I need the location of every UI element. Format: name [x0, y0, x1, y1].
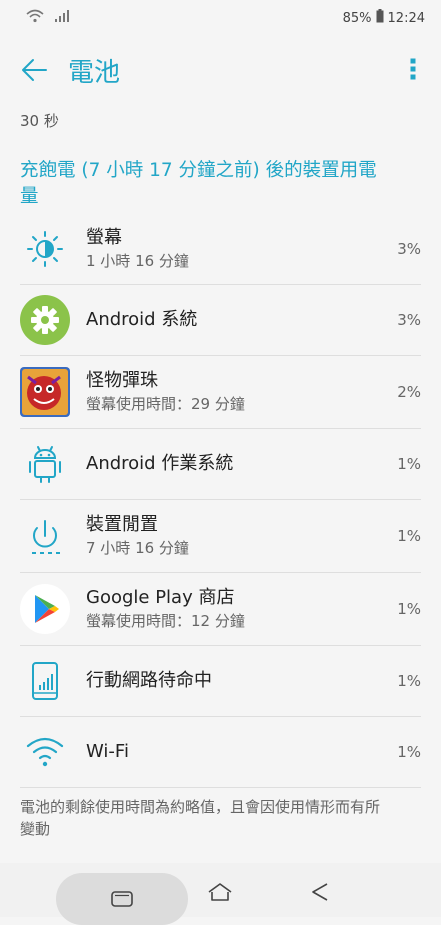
battery-usage-list: 螢幕 1 小時 16 分鐘 3% Android 系統 3% 怪物彈珠 螢幕使用… — [0, 214, 441, 788]
item-percent: 1% — [397, 672, 421, 690]
game-app-icon — [20, 367, 70, 417]
phone-signal-icon — [20, 656, 70, 706]
battery-icon — [376, 9, 384, 27]
item-sub: 螢幕使用時間：29 分鐘 — [86, 395, 245, 413]
brightness-icon — [20, 224, 70, 274]
item-name: Wi-Fi — [86, 741, 129, 762]
item-name: Android 系統 — [86, 309, 198, 330]
google-play-icon — [20, 584, 70, 634]
item-sub: 7 小時 16 分鐘 — [86, 539, 189, 557]
clock: 12:24 — [387, 10, 425, 26]
back-button[interactable] — [18, 54, 50, 86]
more-vert-icon — [410, 58, 416, 80]
home-icon — [208, 883, 232, 901]
item-sub: 螢幕使用時間：12 分鐘 — [86, 612, 245, 630]
item-sub: 1 小時 16 分鐘 — [86, 252, 189, 270]
android-settings-gear-icon — [20, 295, 70, 345]
item-name: Google Play 商店 — [86, 587, 235, 608]
arrow-left-icon — [22, 59, 47, 81]
recent-apps-icon — [111, 891, 133, 907]
android-robot-icon — [20, 439, 70, 489]
list-item-android-os[interactable]: Android 作業系統 1% — [20, 429, 421, 500]
list-item-android-system[interactable]: Android 系統 3% — [20, 285, 421, 356]
status-left — [26, 9, 72, 27]
status-right: 85% 12:24 — [343, 9, 425, 27]
signal-icon — [54, 9, 72, 27]
battery-percent: 85% — [342, 10, 372, 26]
item-name: Android 作業系統 — [86, 453, 234, 474]
recent-apps-button[interactable] — [56, 873, 188, 925]
usage-duration: 30 秒 — [20, 112, 59, 130]
list-item-screen[interactable]: 螢幕 1 小時 16 分鐘 3% — [20, 214, 421, 285]
item-percent: 1% — [397, 527, 421, 545]
page-title: 電池 — [68, 58, 121, 88]
item-percent: 2% — [397, 383, 421, 401]
navigation-bar — [0, 863, 441, 925]
status-bar: 85% 12:24 — [0, 0, 441, 36]
more-options-button[interactable] — [403, 54, 423, 84]
list-item-device-idle[interactable]: 裝置閒置 7 小時 16 分鐘 1% — [20, 500, 421, 573]
app-bar: 電池 — [0, 40, 441, 100]
item-name: 行動網路待命中 — [86, 670, 212, 691]
home-button[interactable] — [200, 877, 240, 907]
list-item-google-play[interactable]: Google Play 商店 螢幕使用時間：12 分鐘 1% — [20, 573, 421, 646]
item-percent: 3% — [397, 240, 421, 258]
list-item-monster-strike[interactable]: 怪物彈珠 螢幕使用時間：29 分鐘 2% — [20, 356, 421, 429]
section-title: 充飽電 (7 小時 17 分鐘之前) 後的裝置用電量 — [20, 160, 377, 207]
list-item-wifi[interactable]: Wi-Fi 1% — [20, 717, 421, 788]
item-name: 螢幕 — [86, 227, 122, 248]
wifi-icon — [20, 727, 70, 777]
back-triangle-icon — [312, 883, 328, 901]
list-item-cell-standby[interactable]: 行動網路待命中 1% — [20, 646, 421, 717]
footnote: 電池的剩餘使用時間為約略值，且會因使用情形而有所變動 — [20, 798, 381, 838]
power-idle-icon — [20, 511, 70, 561]
item-percent: 3% — [397, 311, 421, 329]
item-percent: 1% — [397, 743, 421, 761]
item-name: 裝置閒置 — [86, 514, 158, 535]
back-nav-button[interactable] — [300, 877, 340, 907]
wifi-icon — [26, 9, 44, 27]
item-percent: 1% — [397, 455, 421, 473]
item-percent: 1% — [397, 600, 421, 618]
item-name: 怪物彈珠 — [86, 370, 158, 391]
